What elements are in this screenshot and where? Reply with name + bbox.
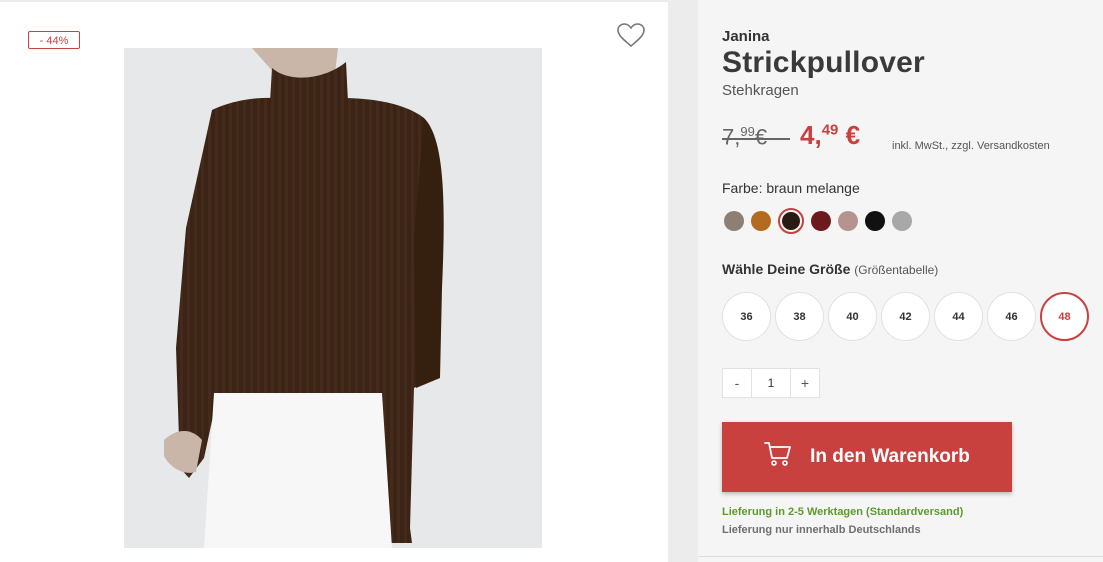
color-swatch[interactable] (865, 211, 885, 231)
size-option-48[interactable]: 48 (1040, 292, 1089, 341)
product-image[interactable] (124, 48, 542, 548)
product-title: Strickpullover (722, 46, 925, 79)
color-swatch[interactable] (892, 211, 912, 231)
size-option-46[interactable]: 46 (987, 292, 1036, 341)
cart-icon (764, 441, 792, 473)
brand-name: Janina (722, 28, 770, 45)
add-to-cart-label: In den Warenkorb (810, 446, 970, 467)
delivery-note: Lieferung nur innerhalb Deutschlands (722, 524, 921, 536)
size-label: Wähle Deine Größe (Größentabelle) (722, 261, 939, 277)
wishlist-heart-icon[interactable] (615, 19, 647, 51)
old-price: 7,99€ (722, 124, 790, 150)
size-option-44[interactable]: 44 (934, 292, 983, 341)
add-to-cart-button[interactable]: In den Warenkorb (722, 422, 1012, 492)
color-swatch[interactable] (751, 211, 771, 231)
size-option-40[interactable]: 40 (828, 292, 877, 341)
color-swatches (724, 208, 912, 234)
sale-price: 4,49 € (800, 120, 861, 150)
delivery-time: Lieferung in 2-5 Werktagen (Standardvers… (722, 506, 964, 518)
size-option-36[interactable]: 36 (722, 292, 771, 341)
divider (698, 556, 1103, 557)
size-option-38[interactable]: 38 (775, 292, 824, 341)
color-swatch[interactable] (838, 211, 858, 231)
discount-badge: - 44% (28, 31, 80, 49)
size-chart-link[interactable]: (Größentabelle) (854, 263, 938, 277)
product-subtitle: Stehkragen (722, 82, 799, 99)
quantity-increase-button[interactable]: + (791, 369, 819, 397)
quantity-decrease-button[interactable]: - (723, 369, 751, 397)
size-option-42[interactable]: 42 (881, 292, 930, 341)
quantity-value[interactable]: 1 (751, 369, 791, 397)
color-swatch[interactable] (724, 211, 744, 231)
quantity-stepper: - 1 + (722, 368, 820, 398)
color-swatch[interactable] (811, 211, 831, 231)
size-options: 36 38 40 42 44 46 48 (722, 292, 1089, 341)
color-label: Farbe: braun melange (722, 180, 860, 196)
color-swatch[interactable] (778, 208, 804, 234)
tax-note: inkl. MwSt., zzgl. Versandkosten (892, 140, 1050, 152)
